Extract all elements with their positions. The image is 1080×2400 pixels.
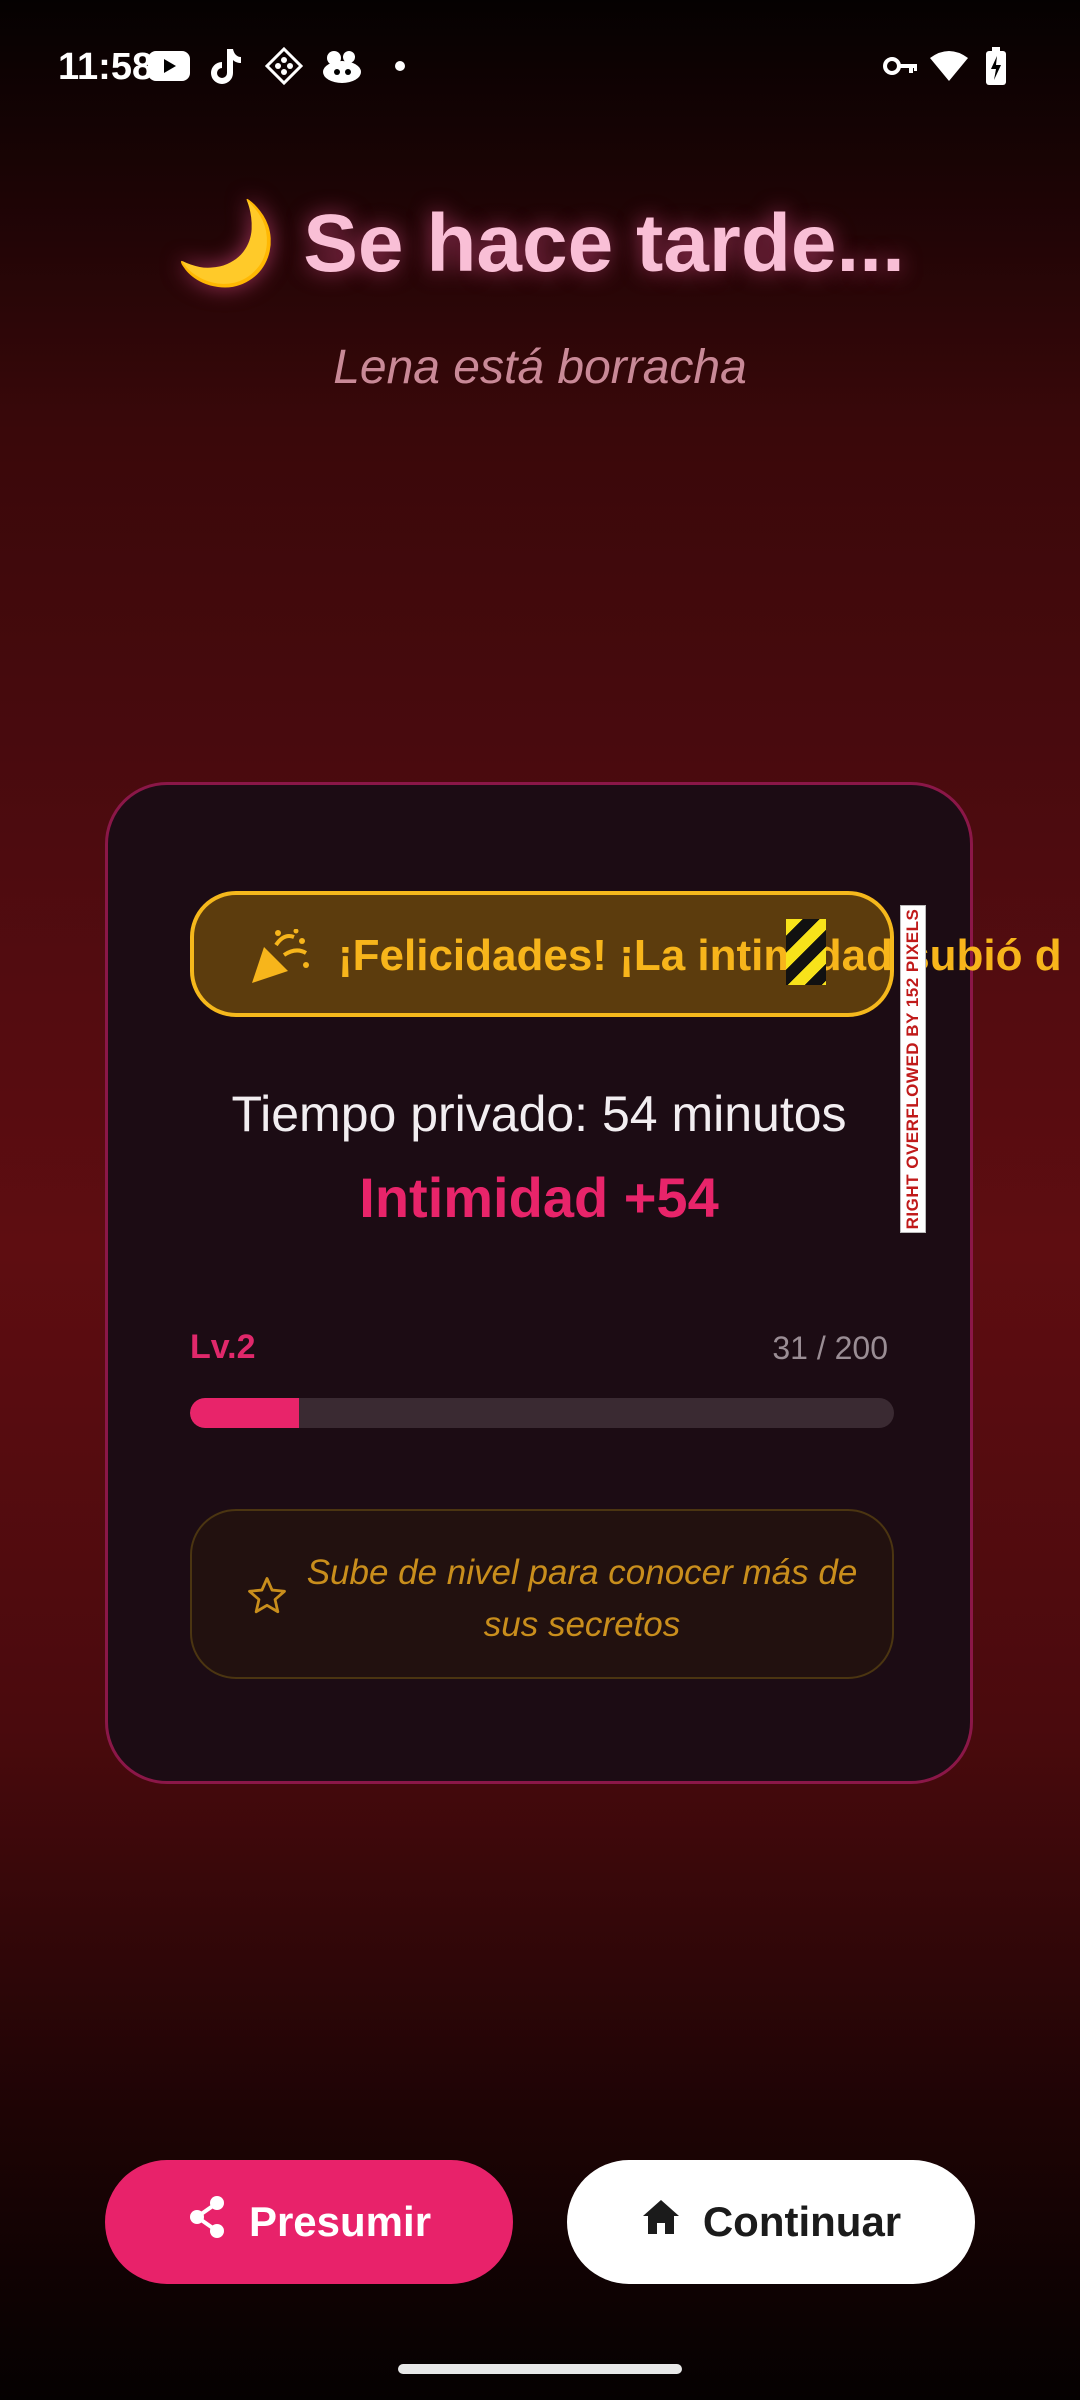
vpn-key-icon (882, 46, 920, 86)
status-bar: 11:58 (0, 0, 1080, 135)
youtube-icon (148, 46, 190, 86)
game-icon (264, 46, 304, 86)
hint-box: Sube de nivel para conocer más de sus se… (190, 1509, 894, 1679)
home-indicator[interactable] (398, 2364, 682, 2374)
notification-dot-icon (392, 46, 408, 86)
continue-button-label: Continuar (702, 2198, 902, 2245)
result-card: ¡Felicidades! ¡La intimidad subió d RIGH… (105, 782, 1062, 1784)
moon-icon: 🌙 (175, 198, 278, 289)
congrats-banner: ¡Felicidades! ¡La intimidad subió d RIGH… (190, 891, 1062, 1233)
party-popper-icon (250, 928, 312, 985)
congrats-text: ¡Felicidades! ¡La intimidad subió d (338, 931, 1062, 980)
tiktok-icon (206, 46, 242, 86)
page-subtitle: Lena está borracha (333, 341, 747, 394)
share-button[interactable]: Presumir (105, 2160, 513, 2284)
home-icon (641, 2198, 681, 2246)
progress-fill (190, 1398, 300, 1428)
title-text: Se hace tarde... (303, 198, 905, 289)
hint-text: Sube de nivel para conocer más de sus se… (306, 1553, 858, 1644)
progress-count: 31 / 200 (772, 1330, 888, 1366)
page-header: 🌙 Se hace tarde... (0, 196, 1080, 292)
continue-button[interactable]: Continuar (567, 2160, 975, 2284)
app-icon (320, 46, 364, 86)
page-title: 🌙 Se hace tarde... (175, 196, 905, 292)
status-time: 11:58 (58, 46, 154, 88)
private-time-text: Tiempo privado: 54 minutos (231, 1086, 847, 1142)
wifi-icon (928, 46, 970, 86)
battery-charging-icon (984, 46, 1008, 86)
intimacy-progress-bar (190, 1398, 894, 1428)
intimacy-gain-text: Intimidad +54 (359, 1166, 719, 1229)
share-icon (187, 2195, 227, 2249)
overflow-warning-stripe (786, 919, 826, 985)
share-button-label: Presumir (248, 2198, 432, 2245)
level-label: Lv.2 (190, 1328, 256, 1366)
star-icon (246, 1575, 288, 1617)
